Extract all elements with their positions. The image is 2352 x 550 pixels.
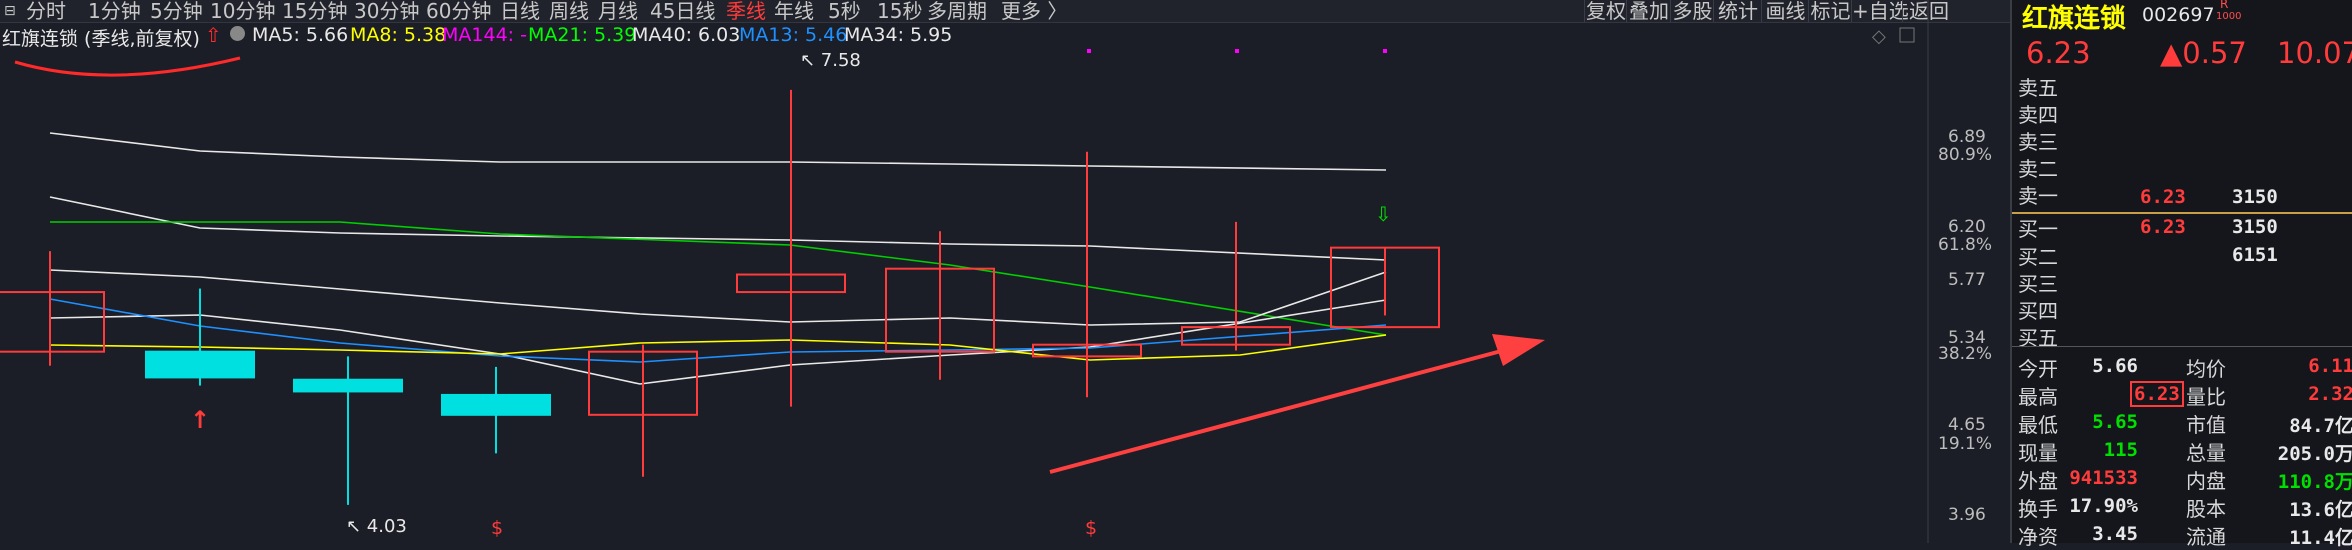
stat-value: 17.90% bbox=[2069, 495, 2138, 517]
sell-level-label: 卖五 bbox=[2018, 76, 2058, 100]
stock-code: 002697 bbox=[2142, 4, 2215, 26]
buy-level-label: 买三 bbox=[2018, 272, 2058, 296]
purple-dot bbox=[1383, 49, 1387, 53]
sell-level-label: 卖三 bbox=[2018, 130, 2058, 154]
high-label: ↖ 7.58 bbox=[800, 50, 861, 71]
ma40-line bbox=[49, 132, 1387, 171]
buy1-price: 6.23 bbox=[2140, 216, 2186, 238]
pct-tick-label: 80.9% bbox=[1938, 145, 1992, 165]
candle-body bbox=[293, 378, 403, 393]
red-underline-scribble bbox=[14, 56, 241, 77]
change-percent: 10.07% bbox=[2277, 36, 2352, 70]
stock-name: 红旗连锁 bbox=[2022, 4, 2127, 34]
stat-label: 流通 bbox=[2186, 525, 2226, 549]
stat-value: 2.32 bbox=[2308, 383, 2352, 405]
price-tick-label: 3.96 bbox=[1948, 505, 1986, 525]
ma34-line bbox=[49, 196, 1387, 261]
stat-value: 941533 bbox=[2069, 467, 2138, 489]
last-price: 6.23 bbox=[2026, 36, 2091, 70]
stat-value: 110.8万 bbox=[2277, 471, 2352, 493]
r-badge-sub: 1000 bbox=[2216, 11, 2242, 22]
buy1-volume: 3150 bbox=[2232, 216, 2278, 238]
box-icon bbox=[1899, 27, 1915, 43]
stat-label: 最高 bbox=[2018, 385, 2058, 409]
candle-body bbox=[0, 291, 105, 353]
low-label: ↖ 4.03 bbox=[346, 516, 407, 537]
stat-value: 3.45 bbox=[2092, 523, 2138, 545]
stat-value: 13.6亿 bbox=[2289, 499, 2352, 521]
stat-value: 84.7亿 bbox=[2289, 415, 2352, 437]
price-tick-label: 5.77 bbox=[1948, 270, 1986, 290]
stat-label: 股本 bbox=[2186, 497, 2226, 521]
sell1-price: 6.23 bbox=[2140, 186, 2186, 208]
ma-extra-line bbox=[49, 269, 1387, 326]
stat-label: 内盘 bbox=[2186, 469, 2226, 493]
buy-level-label: 买四 bbox=[2018, 299, 2058, 323]
purple-dot bbox=[1087, 49, 1091, 53]
pct-tick-label: 61.8% bbox=[1938, 235, 1992, 255]
candle-body bbox=[145, 350, 255, 379]
stat-value: 5.66 bbox=[2092, 355, 2138, 377]
stats-divider bbox=[2012, 346, 2352, 347]
price-tick-label: 6.89 bbox=[1948, 127, 1986, 147]
stat-label: 市值 bbox=[2186, 413, 2226, 437]
s-marker: $ bbox=[491, 517, 503, 539]
stat-value: 11.4亿 bbox=[2289, 527, 2352, 549]
pct-tick-label: 19.1% bbox=[1938, 434, 1992, 454]
trend-arrow-head bbox=[1492, 334, 1545, 366]
candle-body bbox=[441, 393, 551, 416]
stat-value: 205.0万 bbox=[2277, 443, 2352, 465]
sell-level-label: 卖二 bbox=[2018, 157, 2058, 181]
stat-value: 6.23 bbox=[2130, 381, 2184, 407]
sell1-volume: 3150 bbox=[2232, 186, 2278, 208]
r-badge: R bbox=[2220, 0, 2229, 11]
kline-chart[interactable]: 6.896.205.775.344.653.9680.9%61.8%38.2%1… bbox=[0, 0, 2010, 543]
sell-level-label: 卖四 bbox=[2018, 103, 2058, 127]
bid-ask-divider bbox=[2012, 212, 2352, 214]
quote-panel: 红旗连锁 002697 R 1000 6.23 ▲0.57 10.07% 卖五卖… bbox=[2010, 0, 2352, 549]
price-change: ▲0.57 bbox=[2160, 36, 2247, 70]
buy-level-label: 买二 bbox=[2018, 245, 2058, 269]
stat-label: 量比 bbox=[2186, 385, 2226, 409]
s-marker: $ bbox=[1085, 517, 1097, 539]
stat-value: 115 bbox=[2103, 439, 2138, 461]
stat-value: 5.65 bbox=[2092, 411, 2138, 433]
sell-level-label: 卖一 bbox=[2018, 184, 2058, 208]
price-tick-label: 4.65 bbox=[1948, 415, 1986, 435]
buy-level-label: 买一 bbox=[2018, 217, 2058, 241]
up-arrow-marker: ↑ bbox=[190, 406, 210, 434]
price-tick-label: 6.20 bbox=[1948, 217, 1986, 237]
pct-tick-label: 38.2% bbox=[1938, 344, 1992, 364]
down-arrow-marker: ⇩ bbox=[1375, 202, 1392, 226]
trend-arrow-shaft bbox=[1049, 348, 1506, 474]
stat-label: 总量 bbox=[2186, 441, 2226, 465]
purple-dot bbox=[1235, 49, 1239, 53]
stat-label: 均价 bbox=[2186, 357, 2226, 381]
buy2-volume: 6151 bbox=[2232, 244, 2278, 266]
stat-value: 6.11 bbox=[2308, 355, 2352, 377]
diamond-icon: ◇ bbox=[1872, 26, 1886, 47]
